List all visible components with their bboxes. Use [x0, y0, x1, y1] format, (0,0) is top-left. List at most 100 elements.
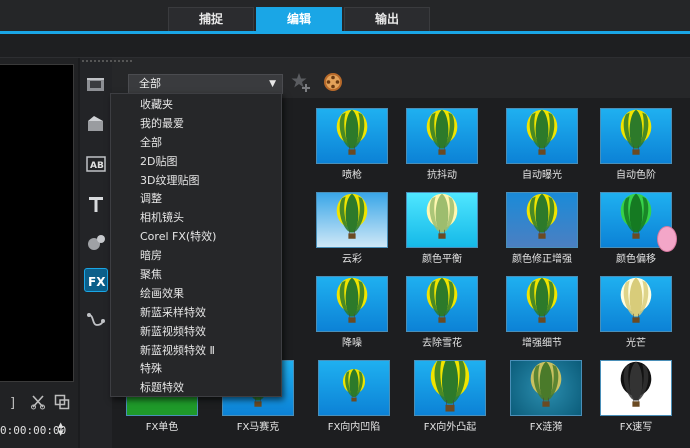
- tab-capture[interactable]: 捕捉: [168, 7, 254, 31]
- filter-fx-button[interactable]: FX: [84, 268, 108, 292]
- balloon-icon: [426, 109, 458, 155]
- effect-label: FX速写: [619, 422, 653, 433]
- effect-thumbnail[interactable]: 光芒: [594, 266, 678, 349]
- menu-item[interactable]: Corel FX(特效): [111, 228, 281, 247]
- path-button[interactable]: [84, 308, 108, 332]
- transition-button[interactable]: AB: [84, 152, 108, 176]
- balloon-icon: [336, 193, 368, 239]
- menu-item[interactable]: 新蓝视频特效 Ⅱ: [111, 342, 281, 361]
- effect-preview-image: [406, 108, 478, 164]
- effect-thumbnail[interactable]: 自动色阶: [594, 98, 678, 181]
- effect-thumbnail[interactable]: 降噪: [310, 266, 394, 349]
- motion-path-icon: [87, 313, 105, 326]
- star-plus-icon: [291, 73, 310, 92]
- effect-thumbnail[interactable]: FX速写: [594, 350, 678, 433]
- menu-item[interactable]: 我的最爱: [111, 115, 281, 134]
- title-t-icon: [89, 197, 103, 212]
- effect-label: 颜色修正增强: [512, 254, 572, 265]
- effect-preview-image: [506, 276, 578, 332]
- preview-pane: [0, 58, 78, 448]
- balloon-icon: [657, 226, 677, 252]
- effect-label: 喷枪: [342, 170, 362, 181]
- menu-item[interactable]: 收藏夹: [111, 96, 281, 115]
- balloon-icon: [526, 109, 558, 155]
- graphic-icon: [88, 235, 105, 250]
- menu-item[interactable]: 全部: [111, 134, 281, 153]
- effect-thumbnail[interactable]: 增强细节: [500, 266, 584, 349]
- chevron-down-icon: ▼: [269, 79, 276, 89]
- film-icon: [87, 78, 104, 91]
- effect-preview-image: [414, 360, 486, 416]
- menu-item[interactable]: 新蓝采样特效: [111, 304, 281, 323]
- tab-share[interactable]: 输出: [344, 7, 430, 31]
- effect-label: 颜色平衡: [422, 254, 462, 265]
- balloon-icon: [530, 361, 562, 407]
- effect-thumbnail[interactable]: 颜色平衡: [400, 182, 484, 265]
- balloon-icon: [620, 277, 652, 323]
- effect-preview-image: [406, 192, 478, 248]
- effect-preview-image: [318, 360, 390, 416]
- timecode-spinner[interactable]: ▲ ▼: [58, 421, 68, 439]
- add-to-favorites-button[interactable]: [290, 71, 312, 93]
- film-reel-icon: [324, 73, 342, 91]
- menu-item[interactable]: 特殊: [111, 360, 281, 379]
- menu-item[interactable]: 新蓝视频特效: [111, 323, 281, 342]
- title-button[interactable]: [84, 192, 108, 216]
- project-icon: [88, 116, 103, 131]
- cut-icon[interactable]: [30, 394, 46, 414]
- effect-thumbnail[interactable]: FX向外凸起: [408, 350, 492, 433]
- balloon-icon: [336, 109, 368, 155]
- effect-label: FX单色: [145, 422, 179, 433]
- instant-project-button[interactable]: [84, 112, 108, 136]
- effect-thumbnail[interactable]: 去除雪花: [400, 266, 484, 349]
- effect-preview-image: [406, 276, 478, 332]
- menu-item[interactable]: 绘画效果: [111, 285, 281, 304]
- menu-item[interactable]: 2D贴图: [111, 153, 281, 172]
- balloon-icon: [620, 361, 652, 407]
- menu-item[interactable]: 调整: [111, 190, 281, 209]
- category-select[interactable]: 全部 ▼: [128, 74, 283, 94]
- balloon-icon: [342, 368, 366, 402]
- effect-preview-image: [510, 360, 582, 416]
- effect-thumbnail[interactable]: 抗抖动: [400, 98, 484, 181]
- effect-preview-image: [506, 108, 578, 164]
- menu-item[interactable]: 3D纹理贴图: [111, 172, 281, 191]
- panel-grip[interactable]: [82, 60, 132, 64]
- browse-effects-button[interactable]: [322, 71, 344, 93]
- media-library-button[interactable]: [84, 72, 108, 96]
- effect-thumbnail[interactable]: 颜色修正增强: [500, 182, 584, 265]
- effect-thumbnail[interactable]: FX向内凹陷: [312, 350, 396, 433]
- library-toolbar: 全部 ▼: [82, 58, 690, 98]
- effect-thumbnail[interactable]: 云彩: [310, 182, 394, 265]
- graphic-button[interactable]: [84, 230, 108, 254]
- tab-edit[interactable]: 编辑: [256, 7, 342, 31]
- balloon-icon: [426, 277, 458, 323]
- effect-label: 自动曝光: [522, 170, 562, 181]
- effect-label: 光芒: [626, 338, 646, 349]
- category-selected-value: 全部: [139, 77, 161, 90]
- menu-item[interactable]: 标题特效: [111, 379, 281, 398]
- effect-label: FX涟漪: [529, 422, 563, 433]
- timecode-display[interactable]: 0:00:00:00: [0, 424, 66, 437]
- effect-label: FX马赛克: [236, 422, 280, 433]
- effect-preview-image: [316, 192, 388, 248]
- menu-item[interactable]: 聚焦: [111, 266, 281, 285]
- mark-out-icon[interactable]: ]: [10, 396, 15, 411]
- transition-icon: AB: [86, 156, 106, 172]
- menu-item[interactable]: 相机镜头: [111, 209, 281, 228]
- top-bar: 捕捉 编辑 输出: [0, 0, 690, 34]
- effect-thumbnail[interactable]: FX涟漪: [504, 350, 588, 433]
- svg-text:AB: AB: [90, 161, 104, 171]
- effect-label: FX向外凸起: [423, 422, 477, 433]
- effect-thumbnail[interactable]: 喷枪: [310, 98, 394, 181]
- balloon-icon: [620, 109, 652, 155]
- menu-item[interactable]: 暗房: [111, 247, 281, 266]
- effect-label: 增强细节: [522, 338, 562, 349]
- effect-preview-image: [506, 192, 578, 248]
- enlarge-preview-icon[interactable]: [54, 394, 70, 414]
- effect-thumbnail[interactable]: 自动曝光: [500, 98, 584, 181]
- balloon-icon: [526, 193, 558, 239]
- preview-screen[interactable]: [0, 64, 74, 382]
- effect-label: 颜色偏移: [616, 254, 656, 265]
- balloon-icon: [426, 193, 458, 239]
